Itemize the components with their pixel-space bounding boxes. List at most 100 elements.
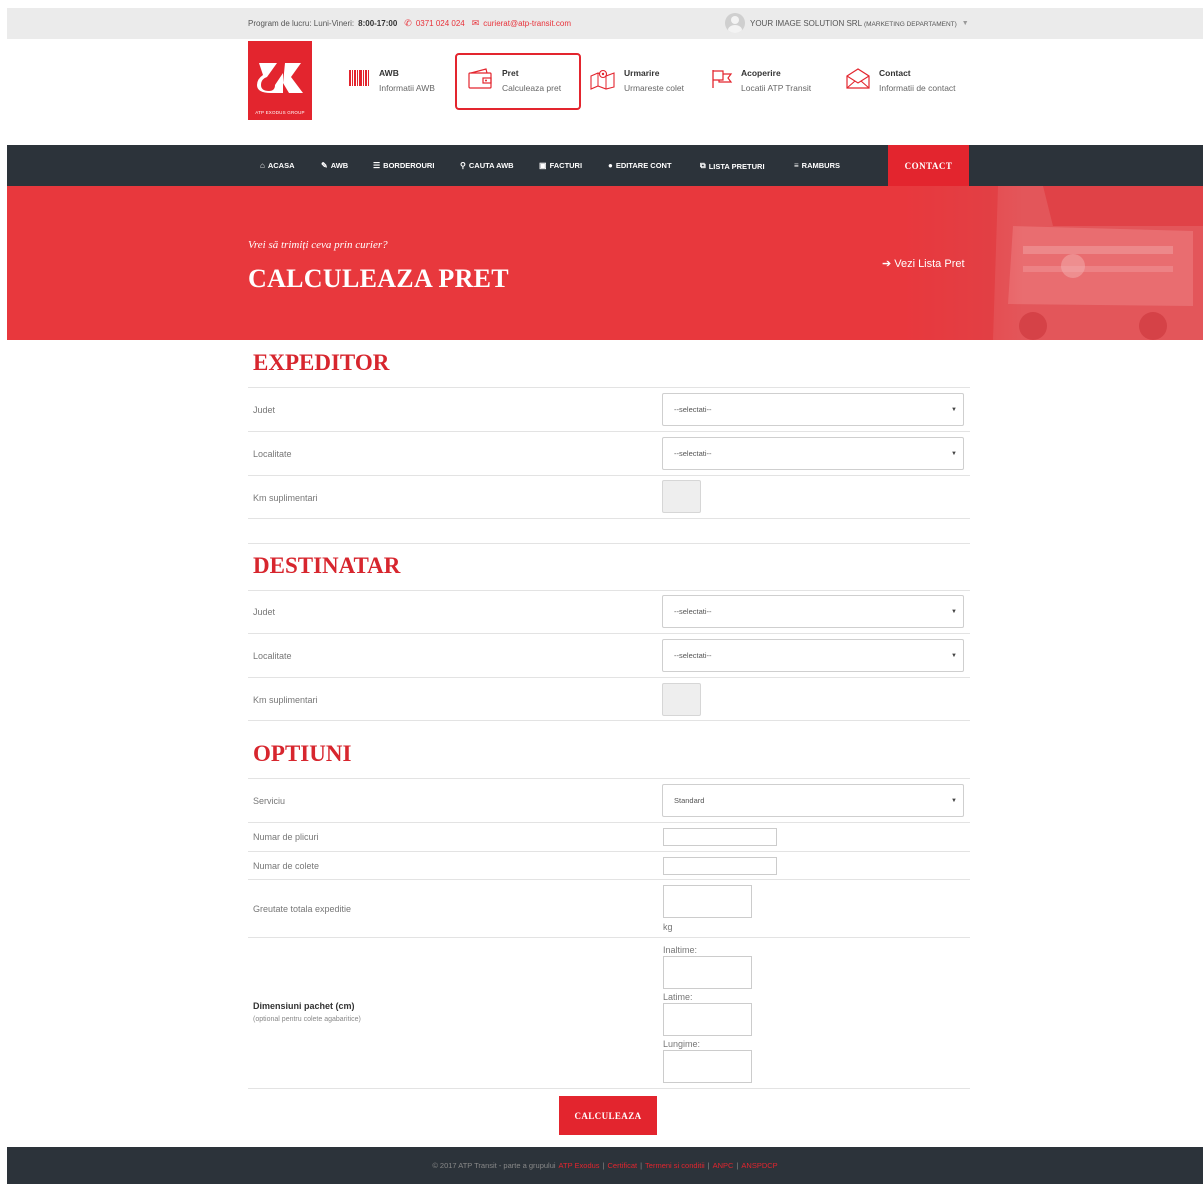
inaltime-label: Inaltime: (663, 945, 698, 955)
footer-link-atp-exodus[interactable]: ATP Exodus (559, 1161, 600, 1170)
search-icon: ⚲ (460, 161, 466, 170)
expeditor-km-input[interactable] (662, 480, 701, 513)
nav-item-borderouri[interactable]: ☰ BORDEROURI (373, 161, 434, 170)
divider (248, 778, 970, 779)
dimensiuni-label: Dimensiuni pachet (cm) (optional pentru … (253, 1001, 361, 1023)
email-link[interactable]: curierat@atp-transit.com (483, 19, 571, 28)
footer-link-anpc[interactable]: ANPC (713, 1161, 734, 1170)
header-item-title: Pret (502, 68, 519, 78)
greutate-label: Greutate totala expeditie (253, 904, 352, 914)
logo[interactable]: ATP EXODUS GROUP (248, 41, 312, 120)
section-title-expeditor: EXPEDITOR (253, 350, 390, 375)
nav-item-acasa[interactable]: ⌂ ACASA (260, 161, 295, 170)
lungime-label: Lungime: (663, 1039, 701, 1049)
divider (248, 937, 970, 938)
pencil-icon: ✎ (321, 161, 328, 170)
chevron-down-icon: ▼ (951, 451, 957, 457)
serviciu-label: Serviciu (253, 796, 286, 806)
footer-link-anspdcp[interactable]: ANSPDCP (741, 1161, 777, 1170)
chevron-down-icon: ▼ (951, 653, 957, 659)
footer-copyright: © 2017 ATP Transit - parte a grupului (432, 1161, 556, 1170)
expeditor-judet-select[interactable]: --selectati-- ▼ (662, 393, 964, 426)
hero-subtitle: Vrei să trimiți ceva prin curier? (248, 239, 388, 251)
colete-input[interactable] (663, 857, 777, 875)
divider (248, 518, 970, 519)
divider (248, 720, 970, 721)
phone-link[interactable]: 0371 024 024 (416, 19, 465, 28)
wallet-icon (468, 68, 492, 89)
user-name: YOUR IMAGE SOLUTION SRL (750, 18, 862, 28)
phone-icon: ✆ (404, 18, 412, 28)
divider (248, 1088, 970, 1089)
divider (248, 851, 970, 852)
home-icon: ⌂ (260, 161, 265, 170)
header-item-urmarire[interactable]: Urmarire Urmareste colet (590, 68, 684, 93)
nav-item-lista-preturi[interactable]: ⧉ LISTA PRETURI (700, 161, 765, 171)
invoice-icon: ▣ (539, 161, 547, 170)
barcode-icon (349, 70, 369, 86)
divider (248, 387, 970, 388)
nav-item-awb[interactable]: ✎ AWB (321, 161, 348, 170)
divider (248, 633, 970, 634)
header-item-contact[interactable]: Contact Informatii de contact (845, 68, 956, 93)
footer-link-certificat[interactable]: Certificat (608, 1161, 638, 1170)
envelope-icon: ✉ (471, 18, 480, 28)
menu-icon: ≡ (794, 161, 799, 170)
header-item-acoperire[interactable]: Acoperire Locatii ATP Transit (711, 68, 811, 93)
destinatar-localitate-label: Localitate (253, 651, 292, 661)
chevron-down-icon: ▼ (951, 798, 957, 804)
chevron-down-icon: ▼ (951, 407, 957, 413)
main-nav: ⌂ ACASA ✎ AWB ☰ BORDEROURI ⚲ CAUTA AWB ▣ FACT… (7, 145, 1203, 186)
expeditor-km-label: Km suplimentari (253, 493, 318, 503)
latime-input[interactable] (663, 1003, 752, 1036)
destinatar-judet-label: Judet (253, 607, 276, 617)
plicuri-input[interactable] (663, 828, 777, 846)
envelope-icon (846, 68, 870, 89)
footer: © 2017 ATP Transit - parte a grupului AT… (7, 1147, 1203, 1184)
nav-item-editare-cont[interactable]: ● EDITARE CONT (608, 161, 672, 170)
divider (248, 677, 970, 678)
expeditor-localitate-select[interactable]: --selectati-- ▼ (662, 437, 964, 470)
destinatar-localitate-select[interactable]: --selectati-- ▼ (662, 639, 964, 672)
destinatar-judet-select[interactable]: --selectati-- ▼ (662, 595, 964, 628)
user-department: (MARKETING DEPARTAMENT) (863, 20, 957, 28)
section-title-optiuni: OPTIUNI (253, 741, 352, 766)
divider (248, 543, 970, 544)
lungime-input[interactable] (663, 1050, 752, 1083)
dimensiuni-note: (optional pentru colete agabaritice) (253, 1016, 361, 1023)
header-item-title: Acoperire (741, 68, 781, 78)
header-item-title: AWB (379, 68, 399, 78)
share-icon: ⧉ (700, 161, 706, 170)
top-info-bar: Program de lucru: Luni-Vineri: 8:00-17:0… (7, 8, 1203, 39)
serviciu-select[interactable]: Standard ▼ (662, 784, 964, 817)
header-item-pret[interactable]: Pret Calculeaza pret (468, 68, 561, 93)
plicuri-label: Numar de plicuri (253, 832, 319, 842)
logo-mark-icon (257, 63, 303, 93)
header-item-awb[interactable]: AWB Informatii AWB (349, 68, 435, 93)
price-list-link[interactable]: ➔ Vezi Lista Pret (882, 257, 965, 271)
greutate-input[interactable] (663, 885, 752, 918)
expeditor-judet-label: Judet (253, 405, 276, 415)
nav-item-cauta-awb[interactable]: ⚲ CAUTA AWB (460, 161, 514, 170)
nav-contact-button[interactable]: CONTACT (888, 145, 969, 186)
footer-link-termeni[interactable]: Termeni si conditii (645, 1161, 705, 1170)
schedule-label: Program de lucru: Luni-Vineri: (248, 19, 355, 28)
chevron-down-icon: ▼ (951, 609, 957, 615)
inaltime-input[interactable] (663, 956, 752, 989)
latime-label: Latime: (663, 992, 693, 1002)
header-item-subtitle: Calculeaza pret (502, 83, 562, 93)
header-item-title: Contact (879, 68, 911, 78)
destinatar-km-input[interactable] (662, 683, 701, 716)
schedule-hours: 8:00-17:00 (358, 19, 398, 28)
divider (248, 475, 970, 476)
destinatar-km-label: Km suplimentari (253, 695, 318, 705)
nav-item-rambURS[interactable]: ≡ RAMBURS (794, 161, 840, 170)
calculeaza-button[interactable]: CALCULEAZA (559, 1096, 657, 1135)
page-title: CALCULEAZA PRET (248, 264, 509, 293)
nav-item-facturi[interactable]: ▣ FACTURI (539, 161, 582, 170)
expeditor-localitate-label: Localitate (253, 449, 292, 459)
avatar (725, 13, 745, 33)
colete-label: Numar de colete (253, 861, 320, 871)
chevron-down-icon: ▼ (961, 19, 969, 27)
user-menu[interactable]: YOUR IMAGE SOLUTION SRL (MARKETING DEPAR… (725, 13, 969, 33)
